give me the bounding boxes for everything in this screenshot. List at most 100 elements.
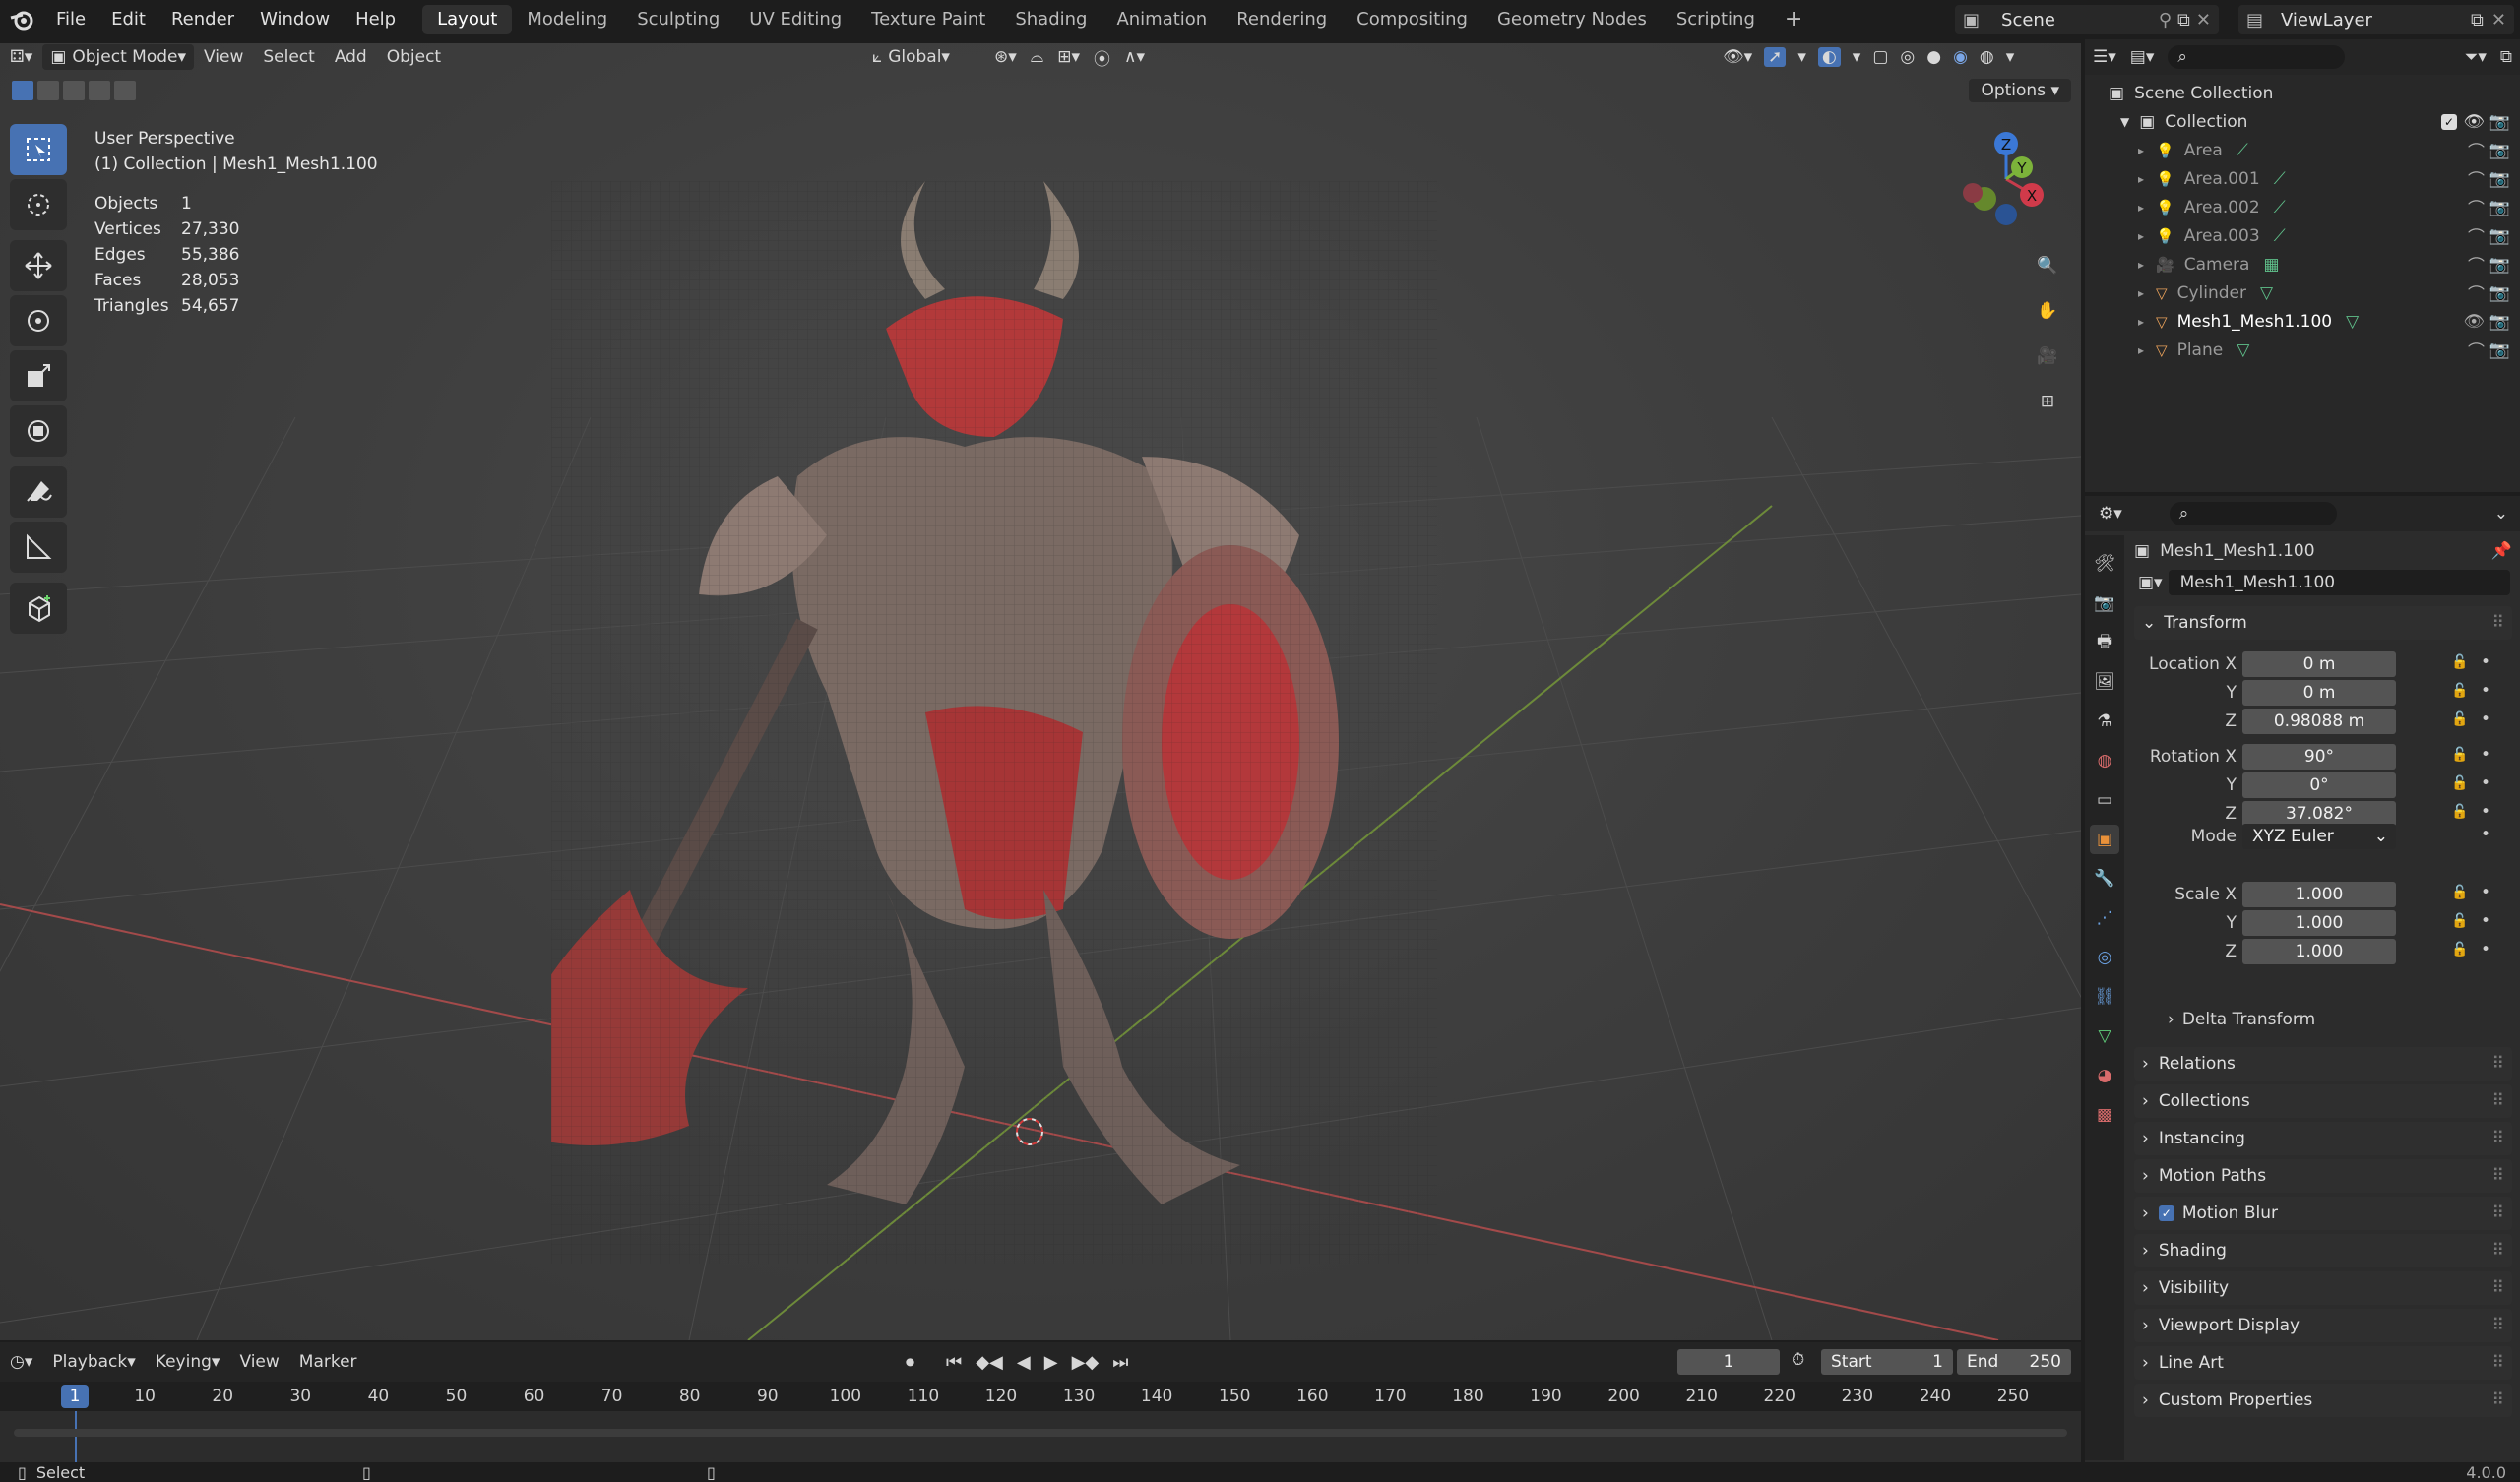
- tab-sculpting[interactable]: Sculpting: [622, 5, 734, 34]
- menu-view[interactable]: View: [229, 1349, 288, 1375]
- keyframe-dot-icon[interactable]: •: [2481, 883, 2490, 902]
- new-scene-icon[interactable]: ⧉: [2177, 10, 2190, 31]
- render-camera-icon[interactable]: 📷: [2489, 226, 2510, 246]
- render-camera-icon[interactable]: 📷: [2489, 283, 2510, 303]
- light-data-icon[interactable]: ⟋: [2274, 226, 2286, 246]
- filter-icon[interactable]: ⏷▾: [2465, 47, 2487, 67]
- navigation-gizmo[interactable]: Z X Y: [1943, 124, 2061, 242]
- expand-arrow-icon[interactable]: ▸: [2138, 343, 2144, 357]
- annotate-tool-icon[interactable]: [10, 466, 67, 518]
- mesh-data-icon[interactable]: ▽: [2346, 312, 2359, 332]
- world-tab-icon[interactable]: ◍: [2090, 746, 2119, 775]
- tab-animation[interactable]: Animation: [1102, 5, 1222, 34]
- timeline-scrollbar[interactable]: [14, 1429, 2067, 1437]
- drag-handle-icon[interactable]: ⠿: [2492, 1316, 2504, 1335]
- panel-viewport-display[interactable]: › Viewport Display ⠿: [2134, 1309, 2512, 1342]
- pivot-icon[interactable]: ⊛▾: [994, 47, 1017, 67]
- falloff-icon[interactable]: ∧▾: [1124, 47, 1145, 67]
- next-keyframe-icon[interactable]: ▶◆: [1072, 1352, 1100, 1373]
- gizmo-icon[interactable]: ➚: [1764, 47, 1787, 67]
- rendered-shading-icon[interactable]: ◍: [1980, 47, 1994, 67]
- blender-logo-icon[interactable]: [0, 0, 43, 39]
- render-camera-icon[interactable]: 📷: [2489, 255, 2510, 275]
- panel-relations[interactable]: › Relations ⠿: [2134, 1047, 2512, 1081]
- keyframe-dot-icon[interactable]: •: [2481, 745, 2490, 765]
- keyframe-dot-icon[interactable]: •: [2481, 802, 2490, 822]
- pin-icon[interactable]: 📌: [2491, 541, 2512, 561]
- timeline-tracks[interactable]: [0, 1411, 2081, 1462]
- scale-tool-icon[interactable]: [10, 350, 67, 401]
- menu-render[interactable]: Render: [158, 0, 247, 39]
- eye-icon[interactable]: 👁: [2463, 312, 2485, 332]
- view-layer-tab-icon[interactable]: 🖼: [2090, 667, 2119, 697]
- lock-icon[interactable]: 🔓: [2451, 747, 2468, 763]
- location-field[interactable]: 0 m: [2242, 680, 2396, 706]
- chevron-down-icon[interactable]: ▾: [2006, 47, 2015, 67]
- properties-search-input[interactable]: ⌕: [2169, 502, 2337, 525]
- pin-icon[interactable]: ⚲: [2159, 10, 2172, 31]
- current-frame-field[interactable]: 1: [1677, 1349, 1780, 1375]
- outliner-item[interactable]: ▸ 💡 Area ⟋ ⌒ 📷: [2085, 136, 2520, 164]
- outliner-search-input[interactable]: ⌕: [2168, 45, 2346, 69]
- add-workspace-icon[interactable]: +: [1770, 5, 1817, 34]
- select-extend-icon[interactable]: [37, 81, 59, 100]
- mode-dropdown[interactable]: ▣ Object Mode ▾: [42, 44, 195, 70]
- xray-icon[interactable]: ▢: [1872, 47, 1888, 67]
- exclude-checkbox[interactable]: ✓: [2441, 113, 2457, 130]
- delta-transform-subpanel[interactable]: › Delta Transform: [2168, 1010, 2315, 1029]
- material-shading-icon[interactable]: ◉: [1953, 47, 1968, 67]
- perspective-grid-icon[interactable]: ⊞: [2028, 382, 2067, 421]
- keyframe-dot-icon[interactable]: •: [2481, 911, 2490, 931]
- menu-object[interactable]: Object: [377, 44, 451, 70]
- modifier-tab-icon[interactable]: 🔧: [2090, 864, 2119, 894]
- panel-motion-blur[interactable]: › ✓ Motion Blur ⠿: [2134, 1197, 2512, 1230]
- render-camera-icon[interactable]: 📷: [2489, 198, 2510, 217]
- properties-editor[interactable]: ⚙▾ ⌕ ⌄ 🛠 📷 🖶 🖼 ⚗ ◍ ▭ ▣ 🔧 ⋰ ◎ ⛓ ▽ ◕ ▩ ▣ M…: [2085, 496, 2520, 1462]
- view-layer-selector[interactable]: ▤ ViewLayer ⧉ ✕: [2238, 5, 2514, 34]
- light-data-icon[interactable]: ⟋: [2274, 169, 2286, 189]
- tab-rendering[interactable]: Rendering: [1222, 5, 1342, 34]
- snap-icon[interactable]: ⌓: [1031, 47, 1043, 67]
- lock-icon[interactable]: 🔓: [2451, 885, 2468, 900]
- transform-tool-icon[interactable]: [10, 405, 67, 457]
- tool-tab-icon[interactable]: 🛠: [2090, 549, 2119, 579]
- scale-field[interactable]: 1.000: [2242, 939, 2396, 964]
- drag-handle-icon[interactable]: ⠿: [2492, 1091, 2504, 1111]
- menu-file[interactable]: File: [43, 0, 98, 39]
- eye-icon[interactable]: ⌒: [2468, 166, 2485, 191]
- frame-ruler[interactable]: 1 10 20 30 40 50 60 70 80 90 100 110 120 130 140 150 160…: [0, 1382, 2081, 1411]
- stopwatch-icon[interactable]: ⏱: [1792, 1350, 1804, 1370]
- jump-end-icon[interactable]: ⏭: [1112, 1352, 1128, 1373]
- keyframe-dot-icon[interactable]: •: [2481, 940, 2490, 959]
- data-tab-icon[interactable]: ▽: [2090, 1021, 2119, 1051]
- outliner-editor-type-icon[interactable]: ☰▾: [2093, 47, 2116, 67]
- outliner-item[interactable]: ▸ 🎥 Camera ▦ ⌒ 📷: [2085, 250, 2520, 278]
- display-mode-icon[interactable]: ▤▾: [2130, 47, 2155, 67]
- location-field[interactable]: 0.98088 m: [2242, 709, 2396, 734]
- outliner-item[interactable]: ▸ 💡 Area.003 ⟋ ⌒ 📷: [2085, 221, 2520, 250]
- keyframe-dot-icon[interactable]: •: [2481, 681, 2490, 701]
- menu-playback[interactable]: Playback ▾: [42, 1349, 145, 1375]
- object-tab-icon[interactable]: ▣: [2090, 825, 2119, 854]
- eye-icon[interactable]: ⌒: [2468, 138, 2485, 162]
- eye-icon[interactable]: ⌒: [2468, 280, 2485, 305]
- prev-keyframe-icon[interactable]: ◆◀: [976, 1352, 1003, 1373]
- drag-handle-icon[interactable]: ⠿: [2492, 1204, 2504, 1223]
- lock-icon[interactable]: 🔓: [2451, 942, 2468, 957]
- tab-geometry-nodes[interactable]: Geometry Nodes: [1482, 5, 1662, 34]
- render-camera-icon[interactable]: 📷: [2489, 141, 2510, 160]
- panel-shading[interactable]: › Shading ⠿: [2134, 1234, 2512, 1267]
- orientation-dropdown[interactable]: ⟀ Global ▾: [862, 44, 960, 70]
- collection-tab-icon[interactable]: ▭: [2090, 785, 2119, 815]
- select-invert-icon[interactable]: [89, 81, 110, 100]
- output-tab-icon[interactable]: 🖶: [2090, 628, 2119, 657]
- drag-handle-icon[interactable]: ⠿: [2492, 1390, 2504, 1410]
- lock-icon[interactable]: 🔓: [2451, 775, 2468, 791]
- rotation-mode-dropdown[interactable]: XYZ Euler ⌄: [2242, 824, 2396, 849]
- outliner-item[interactable]: ▸ ▽ Mesh1_Mesh1.100 ▽ 👁 📷: [2085, 307, 2520, 336]
- expand-arrow-icon[interactable]: ▸: [2138, 258, 2144, 272]
- scale-field[interactable]: 1.000: [2242, 882, 2396, 907]
- light-data-icon[interactable]: ⟋: [2274, 198, 2286, 217]
- tab-texture-paint[interactable]: Texture Paint: [856, 5, 1000, 34]
- zoom-icon[interactable]: 🔍: [2028, 246, 2067, 285]
